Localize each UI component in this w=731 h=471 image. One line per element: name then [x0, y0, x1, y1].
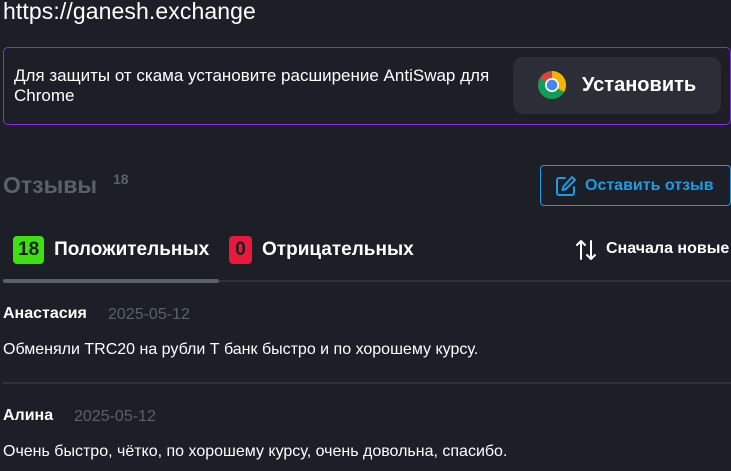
sort-label: Сначала новые [606, 240, 730, 257]
review-item: Алина 2025-05-12 Очень быстро, чётко, по… [3, 407, 731, 467]
review-text: Обменяли TRC20 на рубли Т банк быстро и … [3, 341, 479, 358]
reviews-title: Отзывы [3, 172, 98, 198]
review-date: 2025-05-12 [108, 306, 190, 323]
site-url[interactable]: https://ganesh.exchange [3, 0, 256, 25]
review-item: Анастасия 2025-05-12 Обменяли TRC20 на р… [3, 305, 731, 365]
reviews-count: 18 [113, 171, 129, 187]
positive-count-badge: 18 [13, 236, 45, 264]
antiswap-banner: Для защиты от скама установите расширени… [3, 47, 731, 125]
active-tab-indicator [3, 279, 219, 283]
tab-negative-label: Отрицательных [262, 239, 414, 260]
review-author: Алина [3, 407, 54, 424]
edit-icon [556, 176, 576, 196]
leave-review-button[interactable]: Оставить отзыв [540, 165, 731, 206]
chrome-icon [538, 71, 566, 99]
page: https://ganesh.exchange Для защиты от ск… [0, 0, 731, 471]
install-button[interactable]: Установить [513, 57, 721, 114]
review-date: 2025-05-12 [74, 408, 156, 425]
review-author: Анастасия [3, 305, 87, 322]
banner-text: Для защиты от скама установите расширени… [14, 66, 490, 105]
review-divider [3, 382, 731, 384]
negative-count-badge: 0 [229, 236, 252, 264]
tab-positive[interactable]: 18 Положительных [13, 236, 209, 264]
review-text: Очень быстро, чётко, по хорошему курсу, … [3, 443, 508, 460]
tab-positive-label: Положительных [54, 239, 210, 260]
install-button-label: Установить [582, 74, 697, 96]
leave-review-label: Оставить отзыв [585, 177, 714, 194]
sort-arrows-icon [576, 240, 596, 260]
tab-negative[interactable]: 0 Отрицательных [229, 236, 414, 264]
